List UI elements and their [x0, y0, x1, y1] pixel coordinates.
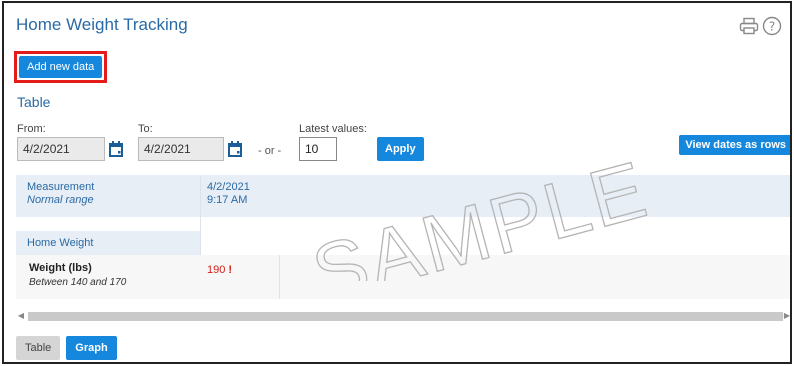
date-header: 4/2/2021 — [207, 181, 250, 193]
view-toggle: Table Graph — [16, 336, 117, 360]
page-title: Home Weight Tracking — [16, 15, 188, 34]
time-header: 9:17 AM — [207, 194, 248, 206]
header-actions: ? — [739, 16, 782, 36]
view-dates-as-rows-button[interactable]: View dates as rows — [679, 135, 790, 155]
latest-values-label: Latest values: — [299, 123, 367, 135]
table-header: Measurement Normal range 4/2/2021 9:17 A… — [16, 175, 790, 217]
calendar-icon[interactable] — [227, 140, 243, 158]
to-label: To: — [138, 123, 153, 135]
normal-range-header: Normal range — [27, 194, 94, 206]
scroll-left-icon[interactable]: ◀ — [16, 309, 26, 323]
or-separator: - or - — [258, 145, 282, 157]
add-new-data-button[interactable]: Add new data — [19, 56, 103, 78]
normal-range: Between 140 and 170 — [29, 277, 127, 288]
measurement-value[interactable]: 190! — [207, 264, 232, 276]
measurement-name: Weight (lbs) — [29, 262, 92, 274]
abnormal-flag: ! — [228, 264, 233, 276]
calendar-icon[interactable] — [108, 140, 124, 158]
table-row: Weight (lbs) Between 140 and 170 190! — [16, 255, 790, 299]
from-date-input[interactable]: 4/2/2021 — [17, 137, 105, 161]
help-circle-icon[interactable]: ? — [762, 16, 782, 36]
add-button-highlight: Add new data — [14, 51, 108, 83]
measurement-header: Measurement — [27, 181, 95, 193]
group-row: Home Weight — [16, 231, 200, 255]
latest-values-input[interactable]: 10 — [299, 137, 337, 161]
printer-icon[interactable] — [739, 16, 759, 36]
graph-view-button[interactable]: Graph — [66, 336, 117, 360]
cell-divider — [279, 255, 280, 299]
apply-button[interactable]: Apply — [377, 137, 424, 161]
from-label: From: — [17, 123, 46, 135]
scrollbar-thumb[interactable] — [28, 312, 783, 321]
to-date-input[interactable]: 4/2/2021 — [138, 137, 224, 161]
scroll-right-icon[interactable]: ▶ — [782, 309, 790, 323]
horizontal-scrollbar[interactable]: ◀ ▶ — [16, 309, 790, 323]
svg-text:?: ? — [769, 20, 775, 34]
table-view-button[interactable]: Table — [16, 336, 61, 360]
section-title: Table — [17, 94, 51, 110]
app-frame: Home Weight Tracking ? Add new data Tabl… — [2, 1, 792, 364]
